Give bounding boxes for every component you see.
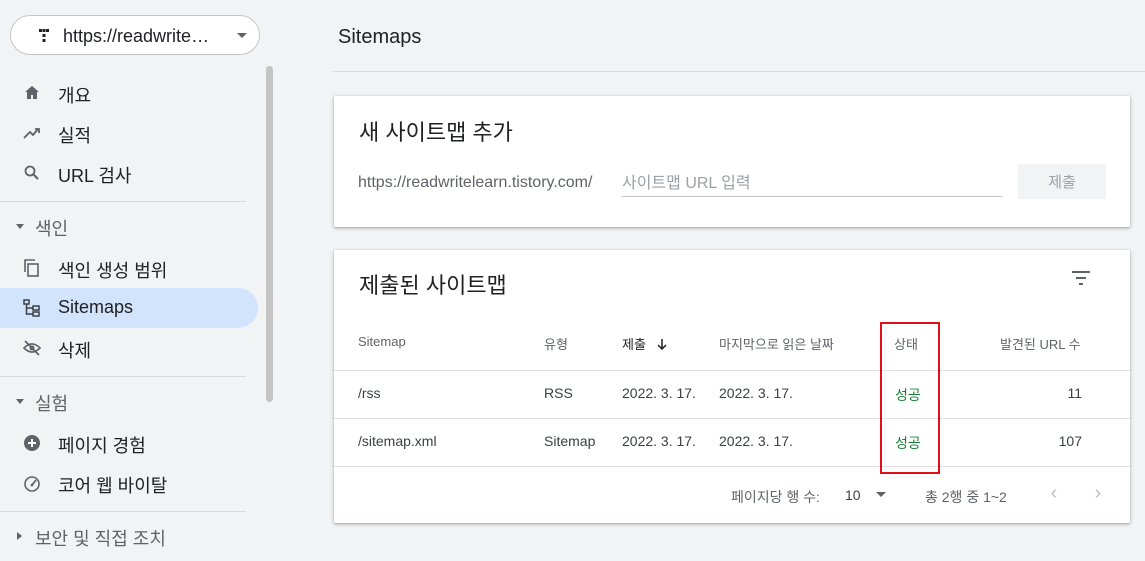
submit-button[interactable]: 제출: [1018, 164, 1106, 199]
status-column-highlight: [880, 322, 940, 474]
property-selector[interactable]: https://readwritelearn.tistory.com/: [10, 15, 260, 55]
sidebar-item-coverage[interactable]: 색인 생성 범위: [0, 248, 258, 288]
hide-icon: [23, 340, 41, 356]
table-cell-submitted: 2022. 3. 17.: [622, 385, 696, 401]
sidebar: https://readwritelearn.tistory.com/ 개요 실…: [0, 0, 276, 561]
section-label: 색인: [35, 219, 69, 239]
sidebar-item-label: 페이지 경험: [58, 436, 146, 456]
section-index-header[interactable]: 색인: [0, 208, 258, 244]
section-label: 실험: [35, 394, 69, 414]
column-header-last-read[interactable]: 마지막으로 읽은 날짜: [719, 334, 834, 353]
sitemap-url-input[interactable]: [622, 172, 1002, 197]
sidebar-item-label: 코어 웹 바이탈: [58, 476, 168, 496]
sidebar-item-label: 실적: [58, 126, 92, 146]
sidebar-item-label: Sitemaps: [58, 297, 134, 317]
plus-circle-icon: [24, 435, 40, 451]
table-cell-submitted: 2022. 3. 17.: [622, 433, 696, 449]
sidebar-item-overview[interactable]: 개요: [0, 73, 258, 113]
pagination-range: 총 2행 중 1~2: [925, 489, 1007, 505]
column-header-submitted-label: 제출: [622, 337, 646, 352]
page-title: Sitemaps: [338, 26, 422, 48]
chevron-down-icon[interactable]: [876, 492, 886, 497]
sidebar-divider: [0, 376, 246, 377]
rows-per-page-select[interactable]: 10: [845, 487, 861, 503]
coverage-icon: [24, 259, 39, 277]
next-page-icon[interactable]: ›: [1089, 483, 1107, 503]
sidebar-item-label: 개요: [58, 86, 92, 106]
sidebar-item-sitemaps[interactable]: Sitemaps: [0, 288, 258, 328]
rows-per-page-label: 페이지당 행 수:: [731, 489, 820, 505]
search-icon: [24, 165, 39, 180]
column-header-urls[interactable]: 발견된 URL 수: [1000, 334, 1081, 353]
section-label: 보안 및 직접 조치: [35, 529, 166, 549]
chevron-down-icon: [237, 33, 247, 38]
table-cell-sitemap[interactable]: /rss: [358, 385, 381, 401]
row-divider: [334, 370, 1130, 371]
add-sitemap-card: 새 사이트맵 추가 https://readwritelearn.tistory…: [334, 96, 1130, 227]
sidebar-item-performance[interactable]: 실적: [0, 113, 258, 153]
url-prefix: https://readwritelearn.tistory.com/: [358, 174, 593, 191]
sidebar-item-removals[interactable]: 삭제: [0, 328, 258, 368]
section-security-header[interactable]: 보안 및 직접 조치: [0, 518, 258, 554]
caret-down-icon: [16, 224, 24, 229]
gauge-icon: [24, 476, 40, 492]
sidebar-divider: [0, 201, 246, 202]
filter-icon[interactable]: [1071, 270, 1091, 286]
sidebar-item-label: 색인 생성 범위: [58, 261, 168, 281]
sidebar-item-url-inspection[interactable]: URL 검사: [0, 153, 258, 193]
row-divider: [334, 418, 1130, 419]
add-sitemap-title: 새 사이트맵 추가: [359, 120, 513, 145]
submitted-sitemaps-card: 제출된 사이트맵 Sitemap 유형 제출 마지막으로 읽은 날짜 상태 발견…: [334, 250, 1130, 523]
caret-down-icon: [16, 399, 24, 404]
arrow-down-icon: [657, 339, 667, 351]
title-divider: [333, 71, 1145, 72]
sidebar-divider: [0, 511, 246, 512]
column-header-sitemap[interactable]: Sitemap: [358, 334, 406, 349]
table-cell-last-read: 2022. 3. 17.: [719, 385, 793, 401]
sidebar-item-label: URL 검사: [58, 166, 132, 186]
home-icon: [25, 86, 39, 99]
trending-icon: [23, 128, 40, 139]
table-cell-sitemap[interactable]: /sitemap.xml: [358, 433, 437, 449]
caret-right-icon: [17, 532, 22, 540]
submitted-sitemaps-title: 제출된 사이트맵: [359, 273, 507, 298]
column-header-submitted[interactable]: 제출: [622, 334, 668, 353]
table-cell-type: RSS: [544, 385, 573, 401]
sidebar-item-label: 삭제: [58, 341, 92, 361]
sitemap-icon: [23, 299, 40, 317]
table-cell-type: Sitemap: [544, 433, 596, 449]
table-cell-last-read: 2022. 3. 17.: [719, 433, 793, 449]
property-logo-icon: [39, 29, 49, 42]
table-cell-urls: 11: [1067, 385, 1082, 401]
sidebar-item-core-web-vitals[interactable]: 코어 웹 바이탈: [0, 463, 258, 503]
property-url: https://readwritelearn.tistory.com/: [63, 26, 211, 46]
row-divider: [334, 466, 1130, 467]
column-header-type[interactable]: 유형: [544, 334, 568, 353]
table-cell-urls: 107: [1058, 433, 1082, 449]
sidebar-item-page-experience[interactable]: 페이지 경험: [0, 423, 258, 463]
previous-page-icon[interactable]: ‹: [1045, 483, 1063, 503]
sidebar-scrollbar[interactable]: [266, 66, 273, 402]
section-experience-header[interactable]: 실험: [0, 383, 258, 419]
